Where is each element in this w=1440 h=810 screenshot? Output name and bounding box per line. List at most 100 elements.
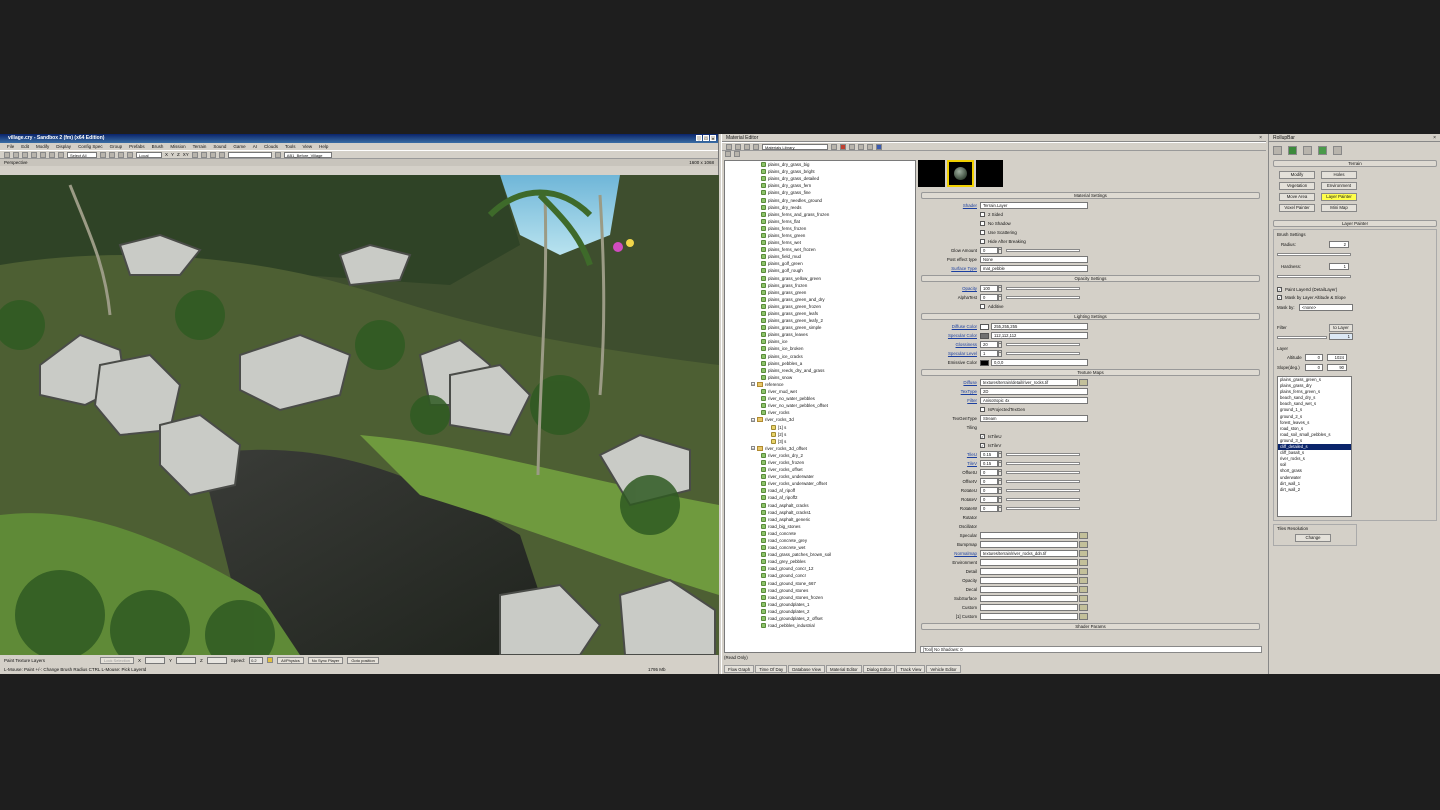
tree-item[interactable]: plains_grass_frozen [725, 282, 915, 289]
menu-item-sound[interactable]: Sound [213, 143, 226, 150]
library-dropdown[interactable]: Materials Library [762, 143, 828, 150]
radius-slider[interactable] [1277, 253, 1351, 256]
unlink-icon[interactable] [58, 151, 64, 158]
tree-item[interactable]: river_no_water_pebbles [725, 395, 915, 402]
altitude-min-input[interactable]: 0 [1305, 354, 1323, 361]
tree-item[interactable]: plains_ice [725, 338, 915, 345]
texgen-type-select[interactable]: Stream [980, 415, 1088, 422]
axis-x-toggle[interactable]: X [165, 152, 168, 157]
tree-item[interactable]: river_rocks [725, 409, 915, 416]
new-file-icon[interactable] [4, 151, 10, 158]
emissive-color-input[interactable]: 0,0,0 [991, 359, 1088, 366]
tab-material-editor[interactable]: Material Editor [826, 665, 862, 673]
altitude-max-input[interactable]: 1024 [1327, 354, 1347, 361]
texture-slot-path[interactable] [980, 613, 1078, 620]
move-tool-icon[interactable] [109, 151, 115, 158]
terrain-tool-move-area[interactable]: Move Area [1279, 193, 1315, 201]
texture-transform-input[interactable]: 0 [980, 505, 998, 512]
texture-transform-spinner[interactable]: ▴ [998, 487, 1002, 494]
maximize-icon[interactable]: □ [703, 135, 709, 141]
textype-select[interactable]: 2D [980, 388, 1088, 395]
tree-item[interactable]: plains_ferns_and_grass_frozen [725, 211, 915, 218]
tree-item[interactable]: plains_ice_cracks [725, 353, 915, 360]
menu-item-mission[interactable]: Mission [170, 143, 185, 150]
3d-viewport[interactable] [0, 175, 719, 655]
texture-transform-spinner[interactable]: ▴ [998, 505, 1002, 512]
texture-transform-input[interactable]: 0.15 [980, 460, 998, 467]
coord-system-dropdown[interactable]: Local [136, 151, 162, 158]
terrain-header[interactable]: Terrain [1273, 160, 1437, 167]
texture-transform-input[interactable]: 0 [980, 478, 998, 485]
camera-lock-icon[interactable] [267, 657, 274, 663]
preview-slot-selected[interactable] [947, 160, 974, 187]
menu-item-group[interactable]: Group [110, 143, 123, 150]
filter-select[interactable]: Anisotropic 4x [980, 397, 1088, 404]
tree-item[interactable]: road_grey_pebbles [725, 558, 915, 565]
y-field[interactable] [176, 656, 197, 664]
layer-painter-header[interactable]: Layer Painter [1273, 220, 1437, 227]
glossiness-spinner[interactable]: ▴ [998, 341, 1002, 348]
tree-item[interactable]: river_no_water_pebbles_offset [725, 402, 915, 409]
diffuse-color-swatch[interactable] [980, 323, 989, 330]
objects-tab-icon[interactable] [1273, 146, 1282, 155]
filter-input[interactable]: 1 [1329, 333, 1353, 340]
tree-item[interactable]: plains_grass_leaves [725, 331, 915, 338]
tab-database-view[interactable]: Database View [788, 665, 826, 673]
texture-transform-slider[interactable] [1006, 507, 1080, 510]
ruler-icon[interactable] [209, 151, 216, 158]
glow-spinner[interactable]: ▴ [998, 247, 1002, 254]
layer-dropdown[interactable] [227, 151, 272, 158]
speed-field[interactable]: 0.2 [249, 656, 264, 664]
rotate-tool-icon[interactable] [118, 151, 124, 158]
browse-icon[interactable] [1079, 604, 1088, 611]
tree-item[interactable]: road_groundplates_2_offset [725, 615, 915, 622]
terrain-layer-item[interactable]: dirt_wall_2 [1278, 487, 1351, 493]
texture-transform-input[interactable]: 0 [980, 496, 998, 503]
tree-item[interactable]: plains_dry_grass_fern [725, 182, 915, 189]
material-flag-checkbox[interactable] [980, 230, 985, 235]
tree-item[interactable]: river_rocks_underwater_offset [725, 480, 915, 487]
tree-item[interactable]: road_concrete_grey [725, 537, 915, 544]
menu-item-edit[interactable]: Edit [21, 143, 29, 150]
texture-transform-slider[interactable] [1006, 453, 1080, 456]
tree-item[interactable]: [2] s [725, 431, 915, 438]
preview-icon[interactable] [876, 143, 882, 150]
diffuse-color-input[interactable]: 255,255,255 [991, 323, 1088, 330]
terrain-tool-mini-map[interactable]: Mini Map [1321, 204, 1357, 212]
tree-item[interactable]: plains_reeds_dry_and_grass [725, 367, 915, 374]
menu-item-display[interactable]: Display [56, 143, 71, 150]
terrain-layer-list[interactable]: plains_grass_green_s plains_grass_dry plai… [1277, 376, 1352, 517]
terrain-tab-icon[interactable] [1288, 146, 1297, 155]
glossiness-input[interactable]: 20 [980, 341, 998, 348]
reset-material-icon[interactable] [753, 143, 759, 150]
diffuse-map-path[interactable]: textures/terrain/detail/river_rocks.tif [980, 379, 1078, 386]
tree-item[interactable]: road_af_ripoff [725, 487, 915, 494]
tree-folder[interactable]: + reference [725, 381, 915, 388]
save-library-icon[interactable] [831, 143, 837, 150]
snap-angle-icon[interactable] [200, 151, 207, 158]
tree-item[interactable]: plains_grass_green_frozen [725, 303, 915, 310]
terrain-tool-environment[interactable]: Environment [1321, 182, 1357, 190]
x-field[interactable] [145, 656, 166, 664]
menu-item-help[interactable]: Help [319, 143, 328, 150]
menu-item-prefabs[interactable]: Prefabs [129, 143, 145, 150]
ai-physics-button[interactable]: AI/Physics [277, 656, 304, 664]
glossiness-slider[interactable] [1006, 343, 1080, 346]
specular-level-slider[interactable] [1006, 352, 1080, 355]
alphatest-input[interactable]: 0 [980, 294, 998, 301]
link-icon[interactable] [49, 151, 55, 158]
tree-item[interactable]: plains_ferns_wet [725, 239, 915, 246]
texture-transform-slider[interactable] [1006, 498, 1080, 501]
material-flag-checkbox[interactable] [980, 212, 985, 217]
open-file-icon[interactable] [13, 151, 19, 158]
terrain-tool-voxel-painter[interactable]: Voxel Painter [1279, 204, 1315, 212]
texture-transform-spinner[interactable]: ▴ [998, 451, 1002, 458]
tree-item[interactable]: plains_dry_needles_ground [725, 196, 915, 203]
expand-toggle-icon[interactable]: + [751, 417, 755, 422]
layers-tab-icon[interactable] [1333, 146, 1342, 155]
istileu-checkbox[interactable]: ✓ [980, 434, 985, 439]
texture-transform-slider[interactable] [1006, 489, 1080, 492]
add-material-icon[interactable] [726, 143, 732, 150]
texture-transform-slider[interactable] [1006, 480, 1080, 483]
undo-icon[interactable] [31, 151, 37, 158]
